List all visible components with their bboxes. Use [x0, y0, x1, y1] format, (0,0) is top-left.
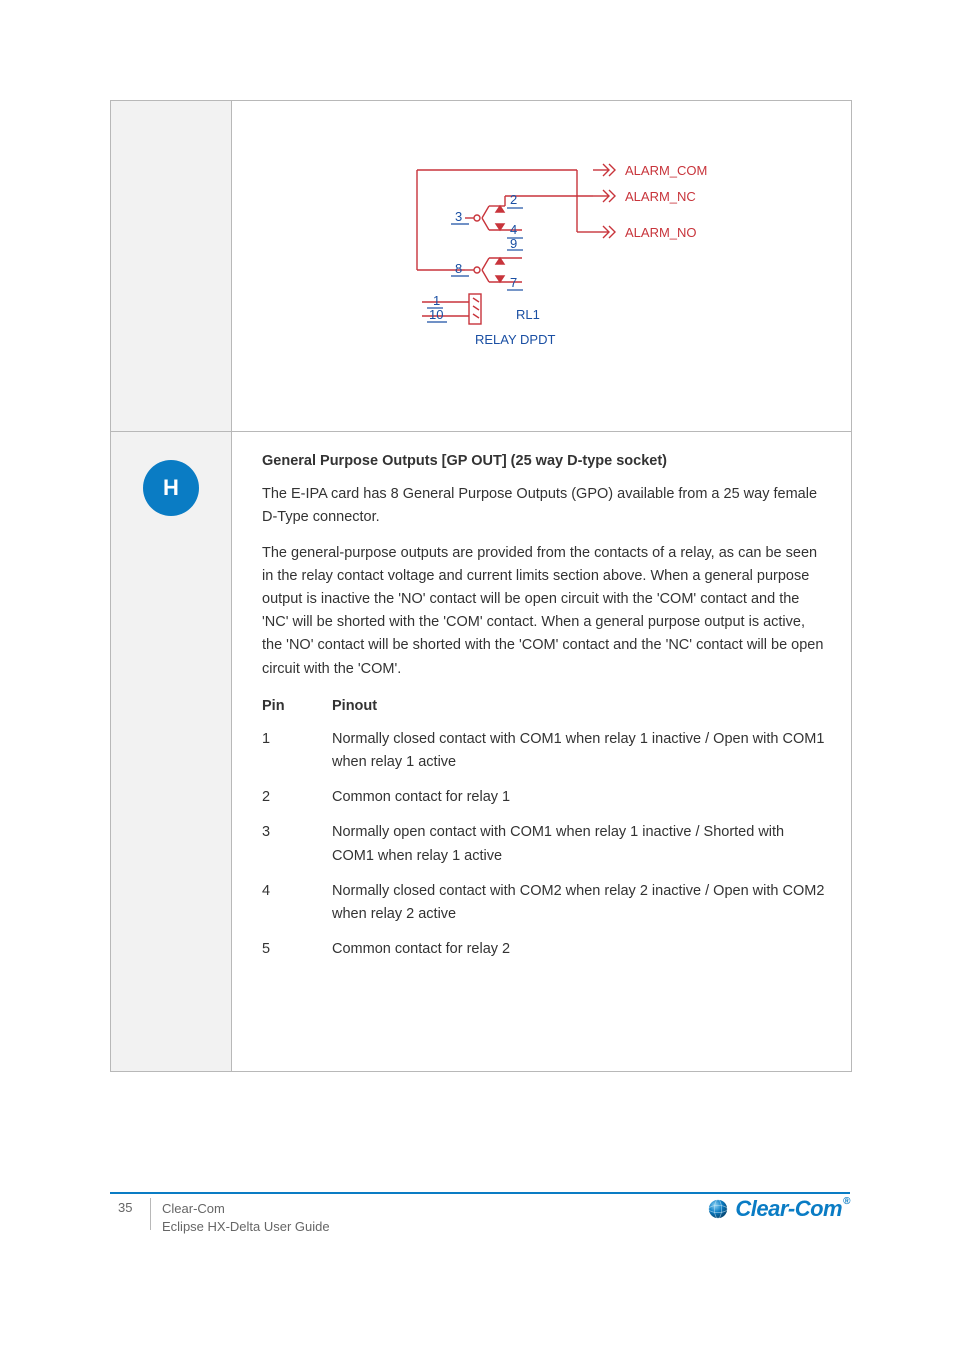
pinout-cell: Common contact for relay 2 — [332, 938, 825, 961]
footer-divider — [110, 1192, 850, 1194]
cell-key-badge: H — [111, 432, 231, 1071]
pinout-row: 4 Normally closed contact with COM2 when… — [262, 880, 825, 926]
label-10: 10 — [429, 307, 443, 322]
footer-brand-line: Clear-Com — [162, 1201, 225, 1216]
logo-sphere-icon — [707, 1198, 729, 1220]
logo-text: Clear-Com® — [735, 1196, 850, 1222]
pinout-row: 3 Normally open contact with COM1 when r… — [262, 821, 825, 867]
label-8: 8 — [455, 261, 462, 276]
logo-brand-name: Clear-Com — [735, 1196, 842, 1221]
paragraph-1: The E-IPA card has 8 General Purpose Out… — [262, 483, 825, 529]
header-pin: Pin — [262, 695, 332, 718]
pinout-row: 1 Normally closed contact with COM1 when… — [262, 728, 825, 774]
pin-cell: 4 — [262, 880, 332, 926]
label-alarm-com: ALARM_COM — [625, 163, 707, 178]
footer-text: Clear-Com Eclipse HX-Delta User Guide — [162, 1200, 330, 1235]
label-2: 2 — [510, 192, 517, 207]
label-4: 4 — [510, 222, 517, 237]
pinout-cell: Normally closed contact with COM1 when r… — [332, 728, 825, 774]
label-9: 9 — [510, 236, 517, 251]
pinout-row: 2 Common contact for relay 1 — [262, 786, 825, 809]
table-left-column: H — [111, 101, 232, 1071]
relay-dpdt-diagram: ALARM_COM ALARM_NC ALARM_NO 3 8 2 4 9 7 … — [357, 134, 727, 384]
paragraph-2: The general-purpose outputs are provided… — [262, 542, 825, 681]
pinout-cell: Common contact for relay 1 — [332, 786, 825, 809]
pin-cell: 3 — [262, 821, 332, 867]
label-alarm-nc: ALARM_NC — [625, 189, 696, 204]
label-1: 1 — [433, 293, 440, 308]
footer-vertical-divider — [150, 1198, 151, 1230]
content-table: H — [110, 100, 852, 1072]
logo-registered-icon: ® — [843, 1196, 850, 1207]
header-pinout: Pinout — [332, 695, 825, 718]
footer-doc-title: Eclipse HX-Delta User Guide — [162, 1219, 330, 1234]
key-badge: H — [143, 460, 199, 516]
page-number: 35 — [118, 1200, 132, 1215]
label-7: 7 — [510, 275, 517, 290]
pin-cell: 1 — [262, 728, 332, 774]
pinout-cell: Normally closed contact with COM2 when r… — [332, 880, 825, 926]
cell-diagram-key — [111, 101, 231, 432]
brand-logo: Clear-Com® — [707, 1196, 850, 1222]
pin-cell: 5 — [262, 938, 332, 961]
label-alarm-no: ALARM_NO — [625, 225, 697, 240]
label-relay-dpdt: RELAY DPDT — [475, 332, 555, 347]
table-right-column: ALARM_COM ALARM_NC ALARM_NO 3 8 2 4 9 7 … — [232, 101, 851, 1071]
cell-description: General Purpose Outputs [GP OUT] (25 way… — [232, 432, 851, 1071]
pinout-row: 5 Common contact for relay 2 — [262, 938, 825, 961]
pinout-cell: Normally open contact with COM1 when rel… — [332, 821, 825, 867]
pin-cell: 2 — [262, 786, 332, 809]
label-3: 3 — [455, 209, 462, 224]
section-heading: General Purpose Outputs [GP OUT] (25 way… — [262, 450, 825, 473]
cell-diagram: ALARM_COM ALARM_NC ALARM_NO 3 8 2 4 9 7 … — [232, 101, 851, 432]
pinout-table-header: Pin Pinout — [262, 695, 825, 718]
label-rl1: RL1 — [516, 307, 540, 322]
